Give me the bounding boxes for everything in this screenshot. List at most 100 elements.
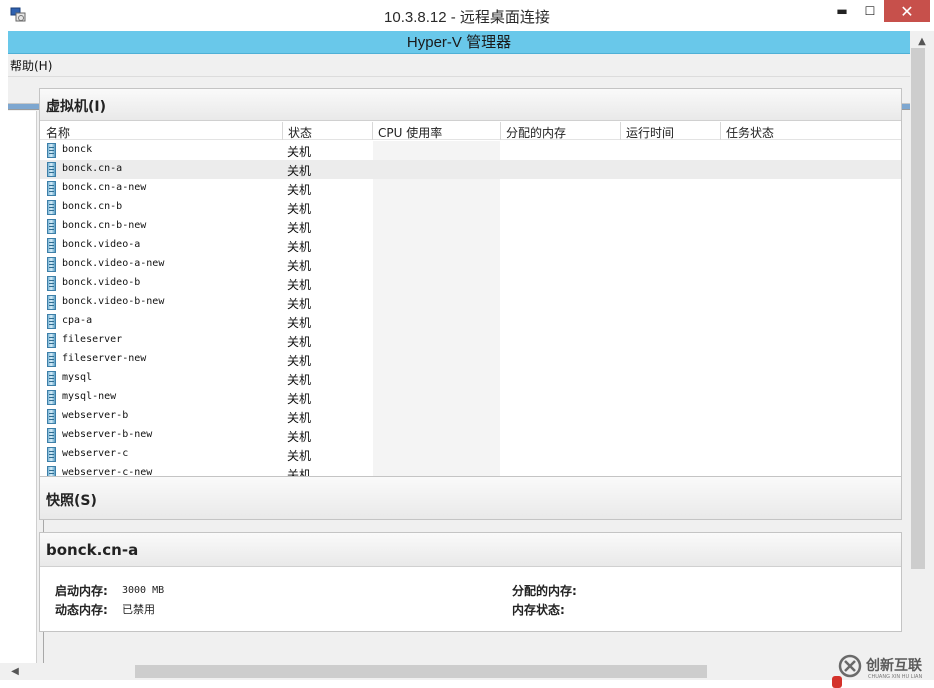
horizontal-scrollbar[interactable]: ◀ [0, 663, 934, 680]
table-row[interactable]: fileserver 关机 [40, 331, 901, 350]
rdp-title-bar[interactable]: 10.3.8.12 - 远程桌面连接 ▬ ☐ ✕ [0, 0, 934, 31]
table-row[interactable]: webserver-b 关机 [40, 407, 901, 426]
memory-status-label: 内存状态: [512, 603, 565, 617]
virtual-machine-icon [47, 295, 56, 310]
table-row[interactable]: fileserver-new 关机 [40, 350, 901, 369]
vm-name: bonck.cn-a-new [62, 182, 147, 193]
watermark-subtext: CHUANG XIN HU LIAN [868, 674, 923, 680]
vm-name: fileserver [62, 334, 123, 345]
menu-help[interactable]: 帮助(H) [10, 57, 52, 74]
vm-name: bonck.video-a [62, 239, 141, 250]
virtual-machine-icon [47, 200, 56, 215]
vm-name: mysql [62, 372, 93, 383]
vm-state: 关机 [287, 354, 312, 368]
desktop-screen: 10.3.8.12 - 远程桌面连接 ▬ ☐ ✕ Hyper-V 管理器 帮助(… [0, 0, 934, 688]
vm-state: 关机 [287, 183, 312, 197]
column-header-name[interactable]: 名称 [46, 124, 70, 140]
table-row[interactable]: bonck.video-a-new 关机 [40, 255, 901, 274]
column-header-cpu[interactable]: CPU 使用率 [378, 124, 442, 140]
table-row[interactable]: bonck.cn-a-new 关机 [40, 179, 901, 198]
vm-details-title: bonck.cn-a [46, 541, 139, 559]
virtual-machine-icon [47, 409, 56, 424]
column-separator[interactable] [720, 122, 721, 140]
vm-state: 关机 [287, 373, 312, 387]
dynamic-memory-value: 已禁用 [122, 603, 155, 616]
scroll-up-arrow-icon[interactable]: ▲ [914, 33, 930, 49]
bottom-strip [0, 680, 934, 688]
virtual-machine-icon [47, 257, 56, 272]
table-row[interactable]: bonck.video-b 关机 [40, 274, 901, 293]
table-row[interactable]: bonck 关机 [40, 141, 901, 160]
vm-name: webserver-c [62, 448, 129, 459]
minimize-button[interactable]: ▬ [828, 0, 856, 22]
column-separator[interactable] [500, 122, 501, 140]
table-row[interactable]: bonck.cn-b 关机 [40, 198, 901, 217]
virtual-machine-icon [47, 447, 56, 462]
column-header-uptime[interactable]: 运行时间 [626, 124, 674, 140]
vm-state: 关机 [287, 164, 312, 178]
vertical-scrollbar[interactable]: ▲ [910, 31, 934, 663]
vm-state: 关机 [287, 449, 312, 463]
dynamic-memory-label: 动态内存: [55, 603, 108, 617]
snapshots-header[interactable]: 快照(S) [40, 477, 901, 519]
virtual-machine-icon [47, 219, 56, 234]
table-row[interactable]: bonck.video-b-new 关机 [40, 293, 901, 312]
column-separator[interactable] [620, 122, 621, 140]
vm-state: 关机 [287, 221, 312, 235]
virtual-machine-icon [47, 390, 56, 405]
watermark-text: 创新互联 [866, 658, 922, 674]
virtual-machine-icon [47, 181, 56, 196]
virtual-machines-panel: 虚拟机(I) 名称 状态 CPU 使用率 分配的内存 运行时间 任务状态 bon… [39, 88, 902, 481]
vm-state: 关机 [287, 411, 312, 425]
column-header-state[interactable]: 状态 [288, 124, 312, 140]
vm-state: 关机 [287, 202, 312, 216]
horizontal-scroll-thumb[interactable] [135, 665, 707, 678]
vm-name: fileserver-new [62, 353, 147, 364]
virtual-machine-icon [47, 428, 56, 443]
vm-details-panel: bonck.cn-a 启动内存: 3000 MB 动态内存: 已禁用 分配的内存… [39, 532, 902, 632]
virtual-machine-icon [47, 162, 56, 177]
vm-name: bonck.cn-b [62, 201, 123, 212]
vm-name: bonck.video-b [62, 277, 141, 288]
vm-state: 关机 [287, 145, 312, 159]
watermark-red-mark [832, 676, 842, 688]
vertical-scroll-thumb[interactable] [911, 48, 925, 569]
vm-name: mysql-new [62, 391, 117, 402]
virtual-machine-icon [47, 143, 56, 158]
column-separator[interactable] [282, 122, 283, 140]
table-row[interactable]: webserver-b-new 关机 [40, 426, 901, 445]
navigation-tree-pane[interactable] [8, 111, 37, 663]
watermark-logo: 创新互联 CHUANG XIN HU LIAN [832, 645, 934, 688]
table-row[interactable]: mysql-new 关机 [40, 388, 901, 407]
virtual-machine-icon [47, 238, 56, 253]
table-row[interactable]: bonck.cn-b-new 关机 [40, 217, 901, 236]
table-row[interactable]: webserver-c 关机 [40, 445, 901, 464]
vm-column-headers: 名称 状态 CPU 使用率 分配的内存 运行时间 任务状态 [40, 122, 901, 140]
vm-name: bonck.video-b-new [62, 296, 165, 307]
virtual-machine-icon [47, 276, 56, 291]
vm-name: bonck.cn-b-new [62, 220, 147, 231]
vm-state: 关机 [287, 430, 312, 444]
vm-details-body: 启动内存: 3000 MB 动态内存: 已禁用 分配的内存: 内存状态: [40, 568, 901, 631]
scroll-left-arrow-icon[interactable]: ◀ [8, 664, 22, 679]
assigned-memory-label: 分配的内存: [512, 584, 577, 598]
snapshots-panel: 快照(S) [39, 476, 902, 520]
table-row[interactable]: cpa-a 关机 [40, 312, 901, 331]
column-header-task-status[interactable]: 任务状态 [726, 124, 774, 140]
table-row[interactable]: mysql 关机 [40, 369, 901, 388]
virtual-machines-header[interactable]: 虚拟机(I) [40, 89, 901, 121]
column-separator[interactable] [372, 122, 373, 140]
snapshots-title: 快照(S) [46, 493, 97, 509]
vm-name: bonck [62, 144, 93, 155]
vm-state: 关机 [287, 240, 312, 254]
vm-list[interactable]: bonck 关机 bonck.cn-a 关机 bonck.cn-a-new 关机 bonck… [40, 141, 901, 480]
maximize-button[interactable]: ☐ [856, 0, 884, 22]
vm-details-header[interactable]: bonck.cn-a [40, 533, 901, 567]
table-row[interactable]: bonck.cn-a 关机 [40, 160, 901, 179]
vm-state: 关机 [287, 297, 312, 311]
column-header-assigned-memory[interactable]: 分配的内存 [506, 124, 566, 140]
table-row[interactable]: bonck.video-a 关机 [40, 236, 901, 255]
vm-name: cpa-a [62, 315, 93, 326]
close-button[interactable]: ✕ [884, 0, 930, 22]
virtual-machine-icon [47, 314, 56, 329]
